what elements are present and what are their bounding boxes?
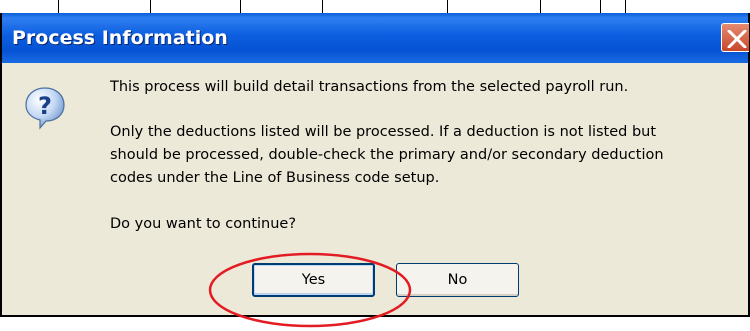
message-line-4: codes under the Line of Business code se… (110, 170, 440, 186)
dialog-title: Process Information (12, 27, 228, 49)
message-line-2: Only the deductions listed will be proce… (110, 124, 657, 140)
dialog-body: ? This process will build detail transac… (2, 63, 748, 315)
no-button[interactable]: No (396, 263, 519, 297)
background-window-edge (0, 0, 750, 13)
question-text: Do you want to continue? (110, 216, 297, 232)
question-icon: ? (25, 87, 65, 130)
svg-text:?: ? (38, 92, 52, 120)
message-line-1: This process will build detail transacti… (110, 79, 629, 95)
message-line-3: should be processed, double-check the pr… (110, 147, 664, 163)
dialog-titlebar[interactable]: Process Information (2, 13, 749, 63)
yes-button[interactable]: Yes (252, 263, 375, 297)
close-icon (727, 30, 747, 48)
close-button[interactable] (721, 23, 749, 52)
